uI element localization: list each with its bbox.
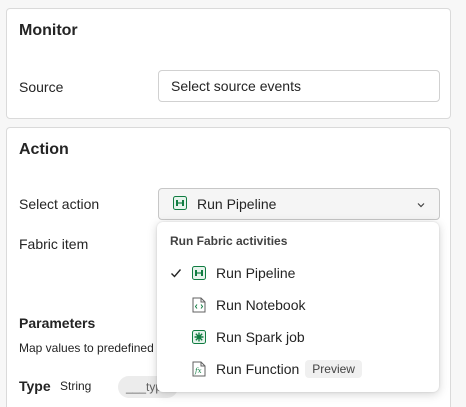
function-icon: fx: [190, 360, 208, 378]
pipeline-icon: [190, 264, 208, 282]
action-title: Action: [19, 141, 69, 158]
fabric-item-label: Fabric item: [19, 236, 89, 252]
menu-item-run-spark-job[interactable]: Run Spark job: [163, 322, 433, 352]
svg-text:fx: fx: [194, 367, 202, 375]
dropdown-group-heading: Run Fabric activities: [170, 234, 288, 248]
chevron-down-icon: [415, 198, 427, 214]
monitor-card: Monitor Source Select source events: [6, 8, 451, 119]
spark-job-icon: [190, 328, 208, 346]
pipeline-icon: [173, 195, 187, 213]
menu-item-label: Run Function: [216, 361, 300, 377]
select-action-label: Select action: [19, 196, 100, 212]
menu-item-label: Run Notebook: [216, 297, 306, 313]
preview-badge: Preview: [305, 360, 362, 378]
monitor-title: Monitor: [19, 22, 78, 39]
action-dropdown-menu: Run Fabric activities Run Pipeline Run N…: [157, 222, 439, 392]
parameters-title: Parameters: [19, 315, 96, 331]
select-action-dropdown[interactable]: Run Pipeline: [158, 188, 440, 220]
type-value: String: [60, 379, 92, 393]
menu-item-label: Run Pipeline: [216, 265, 296, 281]
parameters-description: Map values to predefined: [19, 341, 154, 355]
select-action-value: Run Pipeline: [197, 196, 277, 212]
menu-item-run-function[interactable]: fx Run Function Preview: [163, 354, 433, 384]
menu-item-run-notebook[interactable]: Run Notebook: [163, 290, 433, 320]
menu-item-label: Run Spark job: [216, 329, 305, 345]
source-input[interactable]: Select source events: [158, 70, 440, 102]
menu-item-run-pipeline[interactable]: Run Pipeline: [163, 258, 433, 288]
checkmark-icon: [165, 267, 187, 279]
type-label: Type: [19, 378, 51, 394]
source-label: Source: [19, 79, 64, 95]
notebook-icon: [190, 296, 208, 314]
